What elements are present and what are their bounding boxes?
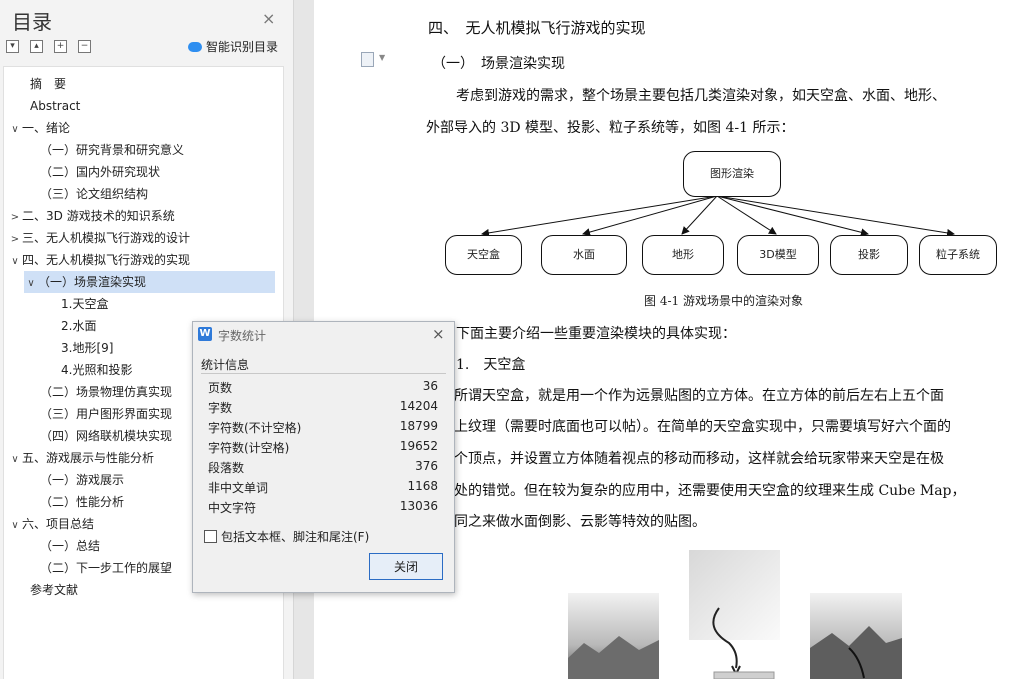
diagram-node: 水面	[541, 235, 627, 275]
cloud-icon	[188, 42, 202, 52]
chevron-right-icon[interactable]: >	[8, 229, 22, 251]
toc-title: 目录	[12, 10, 52, 34]
paragraph-line: 同之来做水面倒影、云影等特效的贴图。	[454, 514, 706, 530]
stat-value: 1168	[407, 479, 438, 493]
chevron-down-icon[interactable]: ∨	[8, 119, 22, 141]
stat-value: 18799	[399, 419, 438, 433]
paragraph-line: 处的错觉。但在较为复杂的应用中，还需要使用天空盒的纹理来生成 Cube Map，	[454, 483, 966, 499]
diagram-arrow	[481, 195, 718, 237]
diagram-node: 投影	[830, 235, 908, 275]
toc-item[interactable]: 1.天空盒	[61, 293, 278, 315]
diagram-arrow	[716, 195, 869, 237]
diagram-arrow	[716, 195, 955, 237]
toc-item[interactable]: （一）研究背景和研究意义	[40, 139, 278, 161]
expand-all-icon[interactable]: ▴	[30, 40, 43, 53]
stat-label: 字数	[208, 401, 233, 415]
close-button[interactable]: 关闭	[369, 553, 443, 580]
stat-label: 页数	[208, 381, 233, 395]
diagram-node: 地形	[642, 235, 724, 275]
word-count-dialog: W 字数统计 × 统计信息 页数 36 字数 14204 字符数(不计空格) 1…	[192, 321, 455, 593]
figure-caption: 图 4-1 游戏场景中的渲染对象	[644, 294, 803, 308]
toc-close-icon[interactable]: ×	[262, 9, 275, 28]
paragraph-line: 下面主要介绍一些重要渲染模块的具体实现：	[456, 326, 736, 342]
chevron-right-icon[interactable]: >	[8, 207, 22, 229]
remove-heading-icon[interactable]: −	[78, 40, 91, 53]
diagram-node: 粒子系统	[919, 235, 997, 275]
toc-item[interactable]: ∨ 一、绪论	[8, 117, 278, 139]
paragraph-line: 所谓天空盒，就是用一个作为远景贴图的立方体。在立方体的前后左右上五个面	[454, 388, 944, 404]
diagram-node: 3D模型	[737, 235, 819, 275]
diagram-arrow	[716, 195, 777, 235]
toc-item[interactable]: > 二、3D 游戏技术的知识系统	[8, 205, 278, 227]
dialog-title: 字数统计	[218, 329, 267, 343]
stat-value: 19652	[399, 439, 438, 453]
divider	[201, 373, 446, 374]
subsection-title: 1. 天空盒	[456, 357, 526, 373]
skybox-illustration	[568, 550, 902, 679]
include-textbox-footnotes-checkbox[interactable]	[204, 530, 217, 543]
stat-label: 字符数(不计空格)	[208, 421, 302, 435]
include-textbox-footnotes-label[interactable]: 包括文本框、脚注和尾注(F)	[221, 528, 369, 545]
chevron-down-icon[interactable]: ∨	[8, 449, 22, 471]
stat-label: 字符数(计空格)	[208, 441, 290, 455]
smart-recognize-toc-button[interactable]: 智能识别目录	[188, 38, 278, 55]
stat-label: 中文字符	[208, 501, 257, 515]
toc-item[interactable]: 摘 要	[8, 73, 278, 95]
toc-item[interactable]: > 三、无人机模拟飞行游戏的设计	[8, 227, 278, 249]
diagram-arrow	[681, 195, 718, 235]
wps-writer-icon: W	[198, 327, 212, 341]
stat-value: 14204	[399, 399, 438, 413]
stat-value: 13036	[399, 499, 438, 513]
stat-value: 36	[422, 379, 438, 393]
stat-value: 376	[415, 459, 438, 473]
paragraph-line: 个顶点，并设置立方体随着视点的移动而移动，这样就会给玩家带来天空是在极	[454, 451, 944, 467]
stats-section-label: 统计信息	[201, 358, 250, 372]
smart-recognize-label: 智能识别目录	[206, 40, 279, 54]
close-icon[interactable]: ×	[432, 325, 445, 343]
diagram-node: 天空盒	[445, 235, 522, 275]
toc-item[interactable]: ∨ 四、无人机模拟飞行游戏的实现	[8, 249, 278, 271]
toc-item[interactable]: （三）论文组织结构	[40, 183, 278, 205]
diagram-root-node: 图形渲染	[683, 151, 781, 197]
skybox-face-top	[689, 550, 780, 640]
diagram-arrow	[582, 195, 718, 236]
toc-item-selected[interactable]: ∨ （一）场景渲染实现	[24, 271, 275, 293]
chevron-down-icon[interactable]: ∨	[24, 273, 38, 295]
collapse-all-icon[interactable]: ▾	[6, 40, 19, 53]
paragraph-line: 上纹理（需要时底面也可以帖）。在简单的天空盒实现中，只需要填写好六个面的	[454, 419, 951, 435]
chevron-down-icon[interactable]: ∨	[8, 251, 22, 273]
stat-label: 非中文单词	[208, 481, 269, 495]
add-heading-icon[interactable]: +	[54, 40, 67, 53]
toc-item[interactable]: Abstract	[8, 95, 278, 117]
toc-item[interactable]: （二）国内外研究现状	[40, 161, 278, 183]
chevron-down-icon[interactable]: ∨	[8, 515, 22, 537]
stat-label: 段落数	[208, 461, 245, 475]
